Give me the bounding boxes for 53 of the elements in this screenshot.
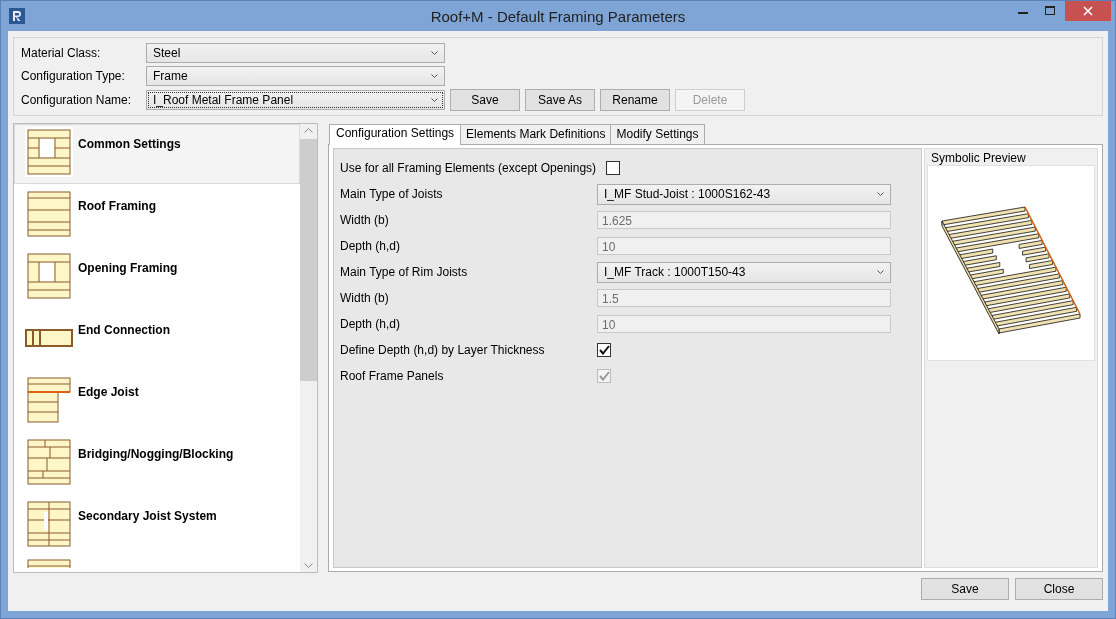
chevron-down-icon (431, 73, 438, 79)
field-label: Configuration Name: (21, 93, 133, 107)
setting-label: Roof Frame Panels (340, 369, 445, 383)
tab[interactable]: Configuration Settings (329, 124, 462, 145)
tab[interactable]: Modify Settings (610, 124, 705, 144)
preview-title: Symbolic Preview (930, 151, 1027, 165)
framing-icon (25, 329, 73, 347)
dropdown[interactable]: Steel (146, 43, 445, 63)
framing-icon (25, 252, 73, 300)
setting-label: Use for all Framing Elements (except Openings) (340, 161, 597, 175)
setting-label: Depth (h,d) (340, 239, 402, 253)
category-item[interactable]: Edge Joist (14, 372, 300, 432)
category-item[interactable]: Secondary Joist System (14, 496, 300, 556)
field-label: Material Class: (21, 46, 102, 60)
setting-label: Main Type of Rim Joists (340, 265, 469, 279)
framing-icon (25, 128, 73, 176)
framing-icon (25, 376, 73, 424)
maximize-icon (1044, 6, 1055, 16)
category-item[interactable]: Opening Framing (14, 248, 300, 308)
framing-icon (25, 438, 73, 486)
chevron-down-icon (431, 50, 438, 56)
scroll-up-icon[interactable] (304, 128, 313, 133)
framing-icon (25, 190, 73, 238)
scroll-down-icon[interactable] (304, 563, 313, 568)
chevron-down-icon (431, 97, 438, 103)
app-logo-icon (9, 8, 25, 24)
scrollbar[interactable] (300, 124, 317, 572)
dialog-button[interactable]: Save (921, 578, 1009, 600)
setting-label: Define Depth (h,d) by Layer Thickness (340, 343, 546, 357)
setting-label: Width (b) (340, 213, 390, 227)
category-item[interactable]: Bridging/Nogging/Blocking (14, 434, 300, 494)
chevron-down-icon (877, 269, 884, 275)
checkbox[interactable] (597, 343, 611, 357)
setting-label: Width (b) (340, 291, 390, 305)
setting-label: Depth (h,d) (340, 317, 402, 331)
config-button[interactable]: Save (450, 89, 520, 111)
setting-label: Main Type of Joists (340, 187, 444, 201)
config-button[interactable]: Save As (525, 89, 595, 111)
checkbox[interactable] (606, 161, 621, 175)
dropdown[interactable]: I_MF Track : 1000T150-43 (597, 261, 891, 283)
window-title: Roof+M - Default Framing Parameters (429, 7, 687, 25)
dropdown[interactable]: I_Roof Metal Frame Panel (146, 90, 445, 110)
field-label: Configuration Type: (21, 69, 126, 83)
config-button[interactable]: Rename (600, 89, 670, 111)
chevron-down-icon (877, 191, 884, 197)
dropdown[interactable]: Frame (146, 66, 445, 86)
category-item[interactable]: End Connection (14, 310, 300, 370)
dropdown[interactable]: I_MF Stud-Joist : 1000S162-43 (597, 183, 891, 205)
dialog-button[interactable]: Close (1015, 578, 1103, 600)
framing-icon (25, 500, 73, 548)
close-icon (1083, 6, 1093, 16)
category-item[interactable]: Common Settings (14, 124, 300, 184)
category-item[interactable]: Roof Framing (14, 186, 300, 246)
